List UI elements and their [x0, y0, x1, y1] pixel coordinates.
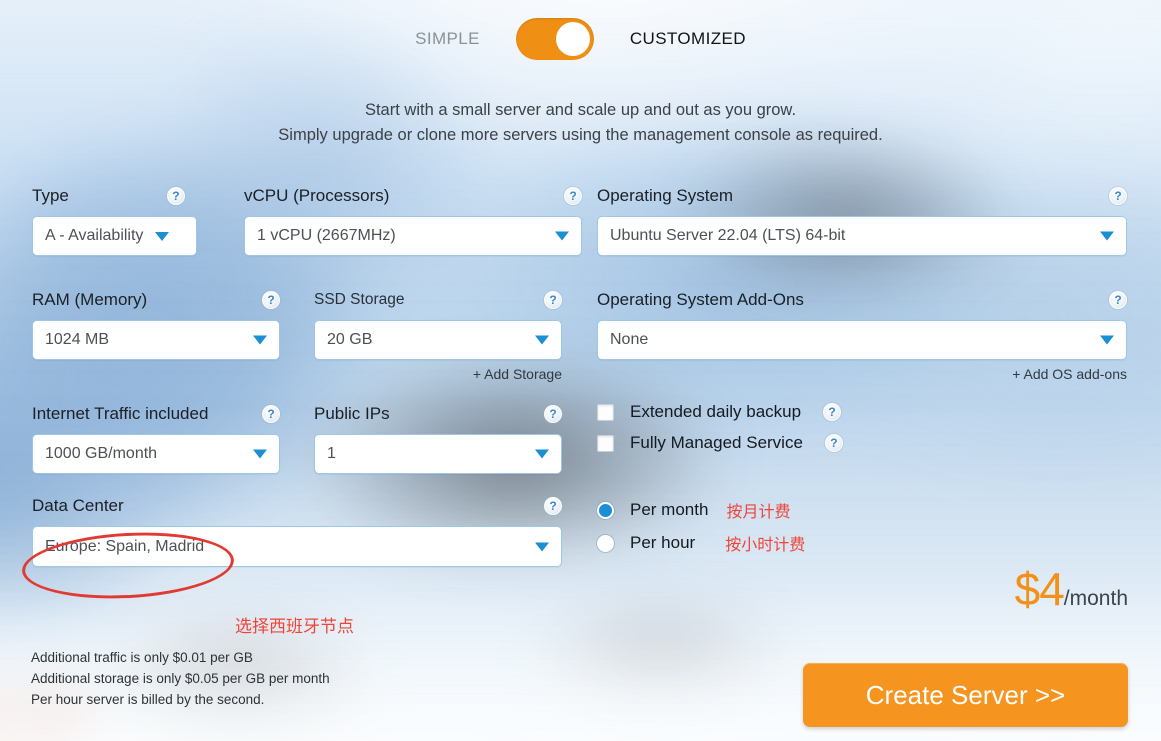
traffic-label: Internet Traffic included	[32, 404, 209, 423]
help-icon-extended-backup[interactable]: ?	[823, 403, 842, 421]
datacenter-label: Data Center	[32, 496, 124, 515]
chevron-down-icon-ram	[253, 335, 267, 345]
row-os: Operating System ? Ubuntu Server 22.04 (…	[597, 186, 1127, 256]
chevron-down-icon-traffic	[253, 449, 267, 459]
help-icon-datacenter[interactable]: ?	[544, 497, 562, 515]
type-label: Type	[32, 186, 69, 205]
help-icon-public-ips[interactable]: ?	[544, 405, 562, 423]
help-icon-traffic[interactable]: ?	[262, 405, 280, 423]
footnote-line-3: Per hour server is billed by the second.	[31, 692, 265, 707]
os-label: Operating System	[597, 186, 734, 205]
help-icon-ssd[interactable]: ?	[544, 291, 562, 309]
datacenter-select[interactable]: Europe: Spain, Madrid	[32, 526, 562, 567]
billing-per-hour-label: Per hour	[630, 533, 696, 552]
radio-per-month[interactable]	[597, 501, 614, 519]
billing-group: Per month 按月计费 Per hour 按小时计费	[597, 498, 1127, 555]
public-ips-label-row: Public IPs ?	[314, 404, 562, 424]
row-ram-ssd: RAM (Memory) ? 1024 MB SSD Storage ? 20 …	[32, 290, 562, 382]
billing-per-hour-note: 按小时计费	[725, 535, 806, 554]
os-addons-select[interactable]: None	[597, 320, 1127, 360]
public-ips-label: Public IPs	[314, 404, 390, 423]
chevron-down-icon-ssd	[535, 335, 549, 345]
help-icon-type[interactable]: ?	[166, 187, 185, 205]
price-display: $4/month	[1015, 562, 1128, 616]
os-label-row: Operating System ?	[597, 186, 1127, 206]
billing-per-month-label: Per month	[630, 500, 709, 519]
chevron-down-icon-public-ips	[535, 449, 549, 459]
checkbox-extended-backup[interactable]	[597, 403, 614, 421]
public-ips-select[interactable]: 1	[314, 434, 562, 474]
plan-mode-switch[interactable]	[515, 18, 594, 60]
toggle-label-simple[interactable]: SIMPLE	[415, 29, 480, 49]
right-column: Operating System ? Ubuntu Server 22.04 (…	[597, 186, 1127, 564]
row-datacenter: Data Center ? Europe: Spain, Madrid	[32, 496, 562, 567]
os-addons-label-row: Operating System Add-Ons ?	[597, 290, 1127, 310]
intro-line-1: Start with a small server and scale up a…	[364, 101, 797, 119]
add-os-addons-link[interactable]: + Add OS add-ons	[597, 366, 1127, 382]
vcpu-select-value: 1 vCPU (2667MHz)	[257, 227, 396, 244]
public-ips-select-value: 1	[327, 445, 336, 462]
checkbox-managed-service[interactable]	[597, 434, 614, 452]
toggle-label-customized[interactable]: CUSTOMIZED	[630, 29, 746, 49]
price-amount: $4	[1014, 563, 1065, 615]
billing-per-hour[interactable]: Per hour 按小时计费	[597, 531, 1127, 555]
ram-label: RAM (Memory)	[32, 290, 148, 309]
vcpu-select[interactable]: 1 vCPU (2667MHz)	[244, 216, 582, 256]
option-managed-service[interactable]: Fully Managed Service ?	[597, 433, 1127, 453]
options-group: Extended daily backup ? Fully Managed Se…	[597, 402, 1127, 453]
create-server-button[interactable]: Create Server >>	[803, 663, 1128, 727]
ram-select[interactable]: 1024 MB	[32, 320, 280, 360]
os-addons-label: Operating System Add-Ons	[597, 290, 804, 309]
row-traffic-ips: Internet Traffic included ? 1000 GB/mont…	[32, 404, 562, 474]
option-managed-service-label: Fully Managed Service	[630, 433, 803, 452]
help-icon-vcpu[interactable]: ?	[564, 187, 582, 205]
intro-text: Start with a small server and scale up a…	[0, 98, 1161, 148]
vcpu-label: vCPU (Processors)	[244, 186, 390, 205]
ssd-select-value: 20 GB	[327, 331, 373, 348]
row-type-vcpu: Type ? A - Availability vCPU (Processors…	[32, 186, 582, 256]
billing-per-month-note: 按月计费	[726, 502, 791, 521]
ram-label-row: RAM (Memory) ?	[32, 290, 280, 310]
type-select[interactable]: A - Availability	[32, 216, 197, 256]
traffic-select[interactable]: 1000 GB/month	[32, 434, 280, 474]
chevron-down-icon-os-addons	[1100, 335, 1114, 345]
vcpu-label-row: vCPU (Processors) ?	[244, 186, 582, 206]
add-storage-link[interactable]: + Add Storage	[314, 366, 562, 382]
os-addons-select-value: None	[610, 331, 649, 348]
footnotes: Additional traffic is only $0.01 per GB …	[31, 647, 330, 710]
option-extended-backup[interactable]: Extended daily backup ?	[597, 402, 1127, 422]
type-select-value: A - Availability	[45, 227, 144, 244]
datacenter-select-value: Europe: Spain, Madrid	[45, 537, 205, 555]
chevron-down-icon-vcpu	[555, 231, 569, 241]
billing-per-month[interactable]: Per month 按月计费	[597, 498, 1127, 522]
help-icon-ram[interactable]: ?	[262, 291, 280, 309]
row-os-addons: Operating System Add-Ons ? None + Add OS…	[597, 290, 1127, 382]
help-icon-managed-service[interactable]: ?	[824, 434, 843, 452]
annotation-datacenter-note: 选择西班牙节点	[235, 617, 354, 637]
os-select-value: Ubuntu Server 22.04 (LTS) 64-bit	[610, 227, 846, 244]
chevron-down-icon-datacenter	[535, 542, 549, 551]
traffic-select-value: 1000 GB/month	[45, 445, 158, 462]
datacenter-label-row: Data Center ?	[32, 496, 562, 516]
radio-per-hour[interactable]	[597, 534, 614, 552]
intro-line-2: Simply upgrade or clone more servers usi…	[278, 126, 883, 144]
type-label-row: Type ?	[32, 186, 222, 206]
ram-select-value: 1024 MB	[45, 331, 110, 348]
switch-knob	[555, 22, 590, 56]
ssd-label-row: SSD Storage ?	[314, 290, 562, 310]
help-icon-os[interactable]: ?	[1109, 187, 1127, 205]
traffic-label-row: Internet Traffic included ?	[32, 404, 280, 424]
left-column: Type ? A - Availability vCPU (Processors…	[32, 186, 582, 567]
os-select[interactable]: Ubuntu Server 22.04 (LTS) 64-bit	[597, 216, 1127, 256]
ssd-label: SSD Storage	[314, 291, 405, 308]
help-icon-os-addons[interactable]: ?	[1109, 291, 1127, 309]
footnote-line-1: Additional traffic is only $0.01 per GB	[31, 650, 253, 665]
footnote-line-2: Additional storage is only $0.05 per GB …	[31, 671, 330, 686]
plan-mode-toggle-row: SIMPLE CUSTOMIZED	[0, 18, 1161, 60]
price-period: /month	[1063, 587, 1128, 610]
chevron-down-icon-os	[1100, 231, 1114, 241]
ssd-select[interactable]: 20 GB	[314, 320, 562, 360]
chevron-down-icon-type	[155, 231, 170, 241]
option-extended-backup-label: Extended daily backup	[630, 402, 802, 421]
